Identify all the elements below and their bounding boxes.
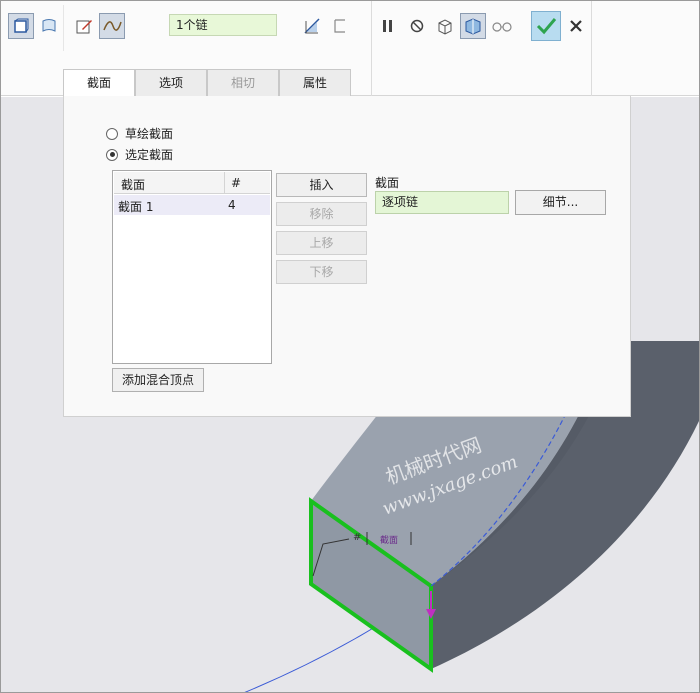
- section-collector-field[interactable]: 逐项链: [375, 191, 509, 214]
- radio-label: 草绘截面: [125, 127, 174, 141]
- toolbar-separator-end: [591, 1, 592, 96]
- table-header: 截面 #: [114, 172, 270, 194]
- geometry-preview-icon[interactable]: [432, 13, 458, 39]
- verify-preview-icon[interactable]: [460, 13, 486, 39]
- section-field-label: 截面: [375, 176, 400, 190]
- glasses-icon[interactable]: [489, 13, 515, 39]
- column-header-count: #: [231, 176, 242, 190]
- confirm-check-icon[interactable]: [531, 11, 561, 41]
- row-section-count: 4: [228, 198, 236, 212]
- toolbar-separator: [63, 5, 64, 51]
- radio-label: 选定截面: [125, 148, 174, 162]
- sketch-icon[interactable]: [71, 13, 97, 39]
- add-blend-vertex-button[interactable]: 添加混合顶点: [112, 368, 204, 392]
- application-window: # 截面 机械时代网 www.jxage.com 1个链 截面 选项 相切 属性…: [0, 0, 700, 693]
- move-up-button: 上移: [276, 231, 367, 255]
- tab-tangency: 相切: [207, 69, 279, 96]
- radio-button-checked[interactable]: [106, 148, 118, 161]
- column-divider: [224, 172, 225, 194]
- surface-icon[interactable]: [36, 13, 62, 39]
- annotation-section-label: 截面: [380, 536, 399, 546]
- sections-panel: 草绘截面 选定截面 截面 # 截面 1 4 插入 移除 上移 下移 截面 逐项链…: [63, 96, 631, 417]
- pause-icon[interactable]: [375, 13, 401, 39]
- section-table[interactable]: 截面 # 截面 1 4: [112, 170, 272, 364]
- column-header-section: 截面: [121, 178, 146, 192]
- table-row[interactable]: 截面 1 4: [114, 195, 270, 215]
- radio-button[interactable]: [106, 127, 118, 140]
- tab-properties[interactable]: 属性: [279, 69, 351, 96]
- cancel-x-icon[interactable]: [563, 13, 589, 39]
- sweep-curve-icon[interactable]: [99, 13, 125, 39]
- details-button[interactable]: 细节...: [515, 190, 606, 215]
- move-down-button: 下移: [276, 260, 367, 284]
- row-section-name: 截面 1: [118, 200, 154, 214]
- thicken-icon[interactable]: [327, 13, 353, 39]
- tab-sections[interactable]: 截面: [63, 69, 135, 97]
- flip-area-icon[interactable]: [299, 13, 325, 39]
- chain-collector-field[interactable]: 1个链: [169, 14, 277, 36]
- toolbar-separator-main: [371, 1, 372, 96]
- solid-icon[interactable]: [8, 13, 34, 39]
- no-preview-icon[interactable]: [404, 13, 430, 39]
- radio-selected-section[interactable]: 选定截面: [106, 146, 173, 163]
- remove-button: 移除: [276, 202, 367, 226]
- annotation-hash: #: [353, 532, 362, 543]
- dashboard-toolbar: 1个链 截面 选项 相切 属性: [1, 1, 699, 97]
- radio-sketched-section[interactable]: 草绘截面: [106, 125, 173, 142]
- insert-button[interactable]: 插入: [276, 173, 367, 197]
- tab-options[interactable]: 选项: [135, 69, 207, 96]
